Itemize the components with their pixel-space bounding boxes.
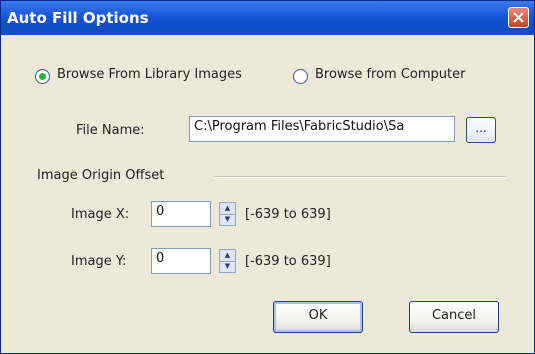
radio-selected-dot bbox=[39, 73, 46, 80]
image-origin-offset-label: Image Origin Offset bbox=[37, 168, 165, 183]
image-x-label: Image X: bbox=[71, 207, 130, 222]
cancel-button[interactable]: Cancel bbox=[409, 301, 499, 333]
option-computer-label[interactable]: Browse from Computer bbox=[315, 67, 465, 82]
spin-down-icon[interactable]: ▼ bbox=[220, 261, 235, 272]
image-x-input[interactable]: 0 bbox=[151, 201, 211, 227]
close-icon bbox=[513, 12, 524, 23]
image-y-spinner[interactable]: ▲ ▼ bbox=[219, 249, 236, 273]
browse-file-button[interactable]: ... bbox=[466, 117, 496, 143]
file-name-field[interactable]: C:\Program Files\FabricStudio\Sa bbox=[189, 116, 455, 142]
image-y-input[interactable]: 0 bbox=[151, 248, 211, 274]
option-library-label[interactable]: Browse From Library Images bbox=[57, 67, 242, 82]
image-x-range: [-639 to 639] bbox=[245, 207, 331, 222]
image-y-range: [-639 to 639] bbox=[245, 254, 331, 269]
radio-browse-library[interactable] bbox=[35, 69, 50, 84]
image-y-label: Image Y: bbox=[71, 254, 127, 269]
radio-browse-computer[interactable] bbox=[293, 69, 308, 84]
image-x-spinner[interactable]: ▲ ▼ bbox=[219, 202, 236, 226]
dialog-title: Auto Fill Options bbox=[7, 9, 149, 27]
title-bar[interactable]: Auto Fill Options bbox=[1, 1, 534, 35]
file-name-label: File Name: bbox=[76, 123, 145, 138]
group-divider bbox=[215, 176, 505, 178]
spin-down-icon[interactable]: ▼ bbox=[220, 214, 235, 225]
ok-button[interactable]: OK bbox=[273, 301, 363, 333]
auto-fill-options-dialog: Auto Fill Options Browse From Library Im… bbox=[0, 0, 535, 354]
close-button[interactable] bbox=[508, 7, 529, 28]
